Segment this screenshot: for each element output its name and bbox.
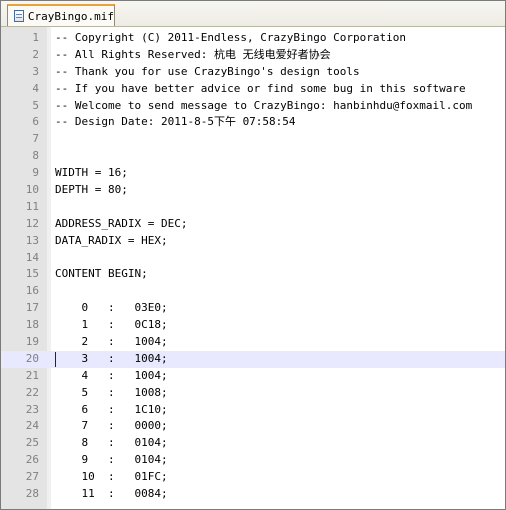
code-line[interactable]: 18 1 : 0C18; [1,317,505,334]
current-code-line[interactable]: 20 3 : 1004; [1,350,505,368]
line-text: -- Copyright (C) 2011-Endless, CrazyBing… [55,31,406,44]
code-line[interactable]: 14 [1,250,505,267]
code-line[interactable]: 4 -- If you have better advice or find so… [1,81,505,98]
line-number: 22 [25,385,39,399]
line-number: 4 [32,81,39,95]
line-number: 13 [25,233,39,247]
line-number: 3 [32,64,39,78]
code-line[interactable]: 23 6 : 1C10; [1,402,505,419]
line-number: 16 [25,284,39,298]
line-number: 25 [25,436,39,450]
line-text: 11 : 0084; [55,487,168,501]
line-number: 26 [25,453,39,467]
code-line[interactable]: 3 -- Thank you for use CrazyBingo's desig… [1,64,505,81]
line-text: DATA_RADIX = HEX; [55,233,168,247]
tab-label: CrayBingo.mif [27,9,114,23]
line-text: -- If you have better advice or find som… [55,81,466,95]
code-line[interactable]: 25 8 : 0104; [1,435,505,452]
line-number: 14 [25,250,39,264]
code-line[interactable]: 24 7 : 0000; [1,418,505,435]
code-line[interactable]: 1 -- Copyright (C) 2011-Endless, CrazyBin… [1,30,505,47]
code-line[interactable]: 11 [1,199,505,216]
line-text: -- Design Date: 2011-8-5下午 07:58:54 [55,115,296,129]
line-text: 8 : 0104; [55,436,168,450]
line-number: 21 [25,368,39,382]
line-text: 1 : 0C18; [55,318,168,332]
text-caret [55,351,56,367]
line-text: -- Welcome to send message to CrazyBingo… [55,98,473,112]
code-line[interactable]: 19 2 : 1004; [1,334,505,351]
code-line[interactable]: 26 9 : 0104; [1,452,505,469]
line-number: 19 [25,335,39,349]
line-number: 20 [25,351,39,365]
line-number: 17 [25,301,39,315]
line-number: 12 [25,216,39,230]
line-text: DEPTH = 80; [55,183,128,197]
line-text: -- All Rights Reserved: 杭电 无线电爱好者协会 [55,47,331,61]
code-line[interactable]: 13 DATA_RADIX = HEX; [1,233,505,250]
line-text: 9 : 0104; [55,453,168,467]
line-number: 27 [25,470,39,484]
line-number: 18 [25,318,39,332]
line-text: 10 : 01FC; [55,470,168,484]
code-line[interactable]: 27 10 : 01FC; [1,469,505,486]
tab-craybingo-mif[interactable]: CrayBingo.mif [7,4,115,26]
code-line[interactable]: 28 11 : 0084; [1,486,505,503]
tab-bar: CrayBingo.mif [1,1,505,27]
line-text: ADDRESS_RADIX = DEC; [55,216,188,230]
line-text: -- Thank you for use CrazyBingo's design… [55,64,360,78]
line-number: 2 [32,47,39,61]
code-line[interactable]: 21 4 : 1004; [1,368,505,385]
line-text: 7 : 0000; [55,419,168,433]
editor-window: CrayBingo.mif 1 -- Copyright (C) 2011-End… [0,0,506,510]
line-number: 10 [25,183,39,197]
line-number: 1 [32,31,39,44]
line-text: 3 : 1004; [55,351,168,365]
code-line[interactable]: 12 ADDRESS_RADIX = DEC; [1,216,505,233]
code-line[interactable]: 7 [1,131,505,148]
line-number: 5 [32,98,39,112]
line-number: 7 [32,132,39,146]
line-number: 23 [25,402,39,416]
line-number: 15 [25,267,39,281]
line-number: 6 [32,115,39,129]
code-line[interactable]: 6 -- Design Date: 2011-8-5下午 07:58:54 [1,114,505,131]
code-line[interactable]: 10 DEPTH = 80; [1,182,505,199]
line-number: 28 [25,487,39,501]
document-icon [14,10,24,22]
line-text: 0 : 03E0; [55,301,168,315]
code-line[interactable]: 16 [1,283,505,300]
line-number: 24 [25,419,39,433]
line-text: 6 : 1C10; [55,402,168,416]
text-editor[interactable]: 1 -- Copyright (C) 2011-Endless, CrazyBin… [1,27,505,509]
code-line[interactable]: 2 -- All Rights Reserved: 杭电 无线电爱好者协会 [1,47,505,64]
line-text: 5 : 1008; [55,385,168,399]
code-line[interactable]: 15 CONTENT BEGIN; [1,266,505,283]
line-number: 9 [32,166,39,180]
line-text: WIDTH = 16; [55,166,128,180]
code-line[interactable]: 17 0 : 03E0; [1,300,505,317]
line-text: 4 : 1004; [55,368,168,382]
code-line[interactable]: 22 5 : 1008; [1,385,505,402]
code-line[interactable]: 8 [1,148,505,165]
code-line[interactable]: 9 WIDTH = 16; [1,165,505,182]
line-text: CONTENT BEGIN; [55,267,148,281]
code-lines[interactable]: 1 -- Copyright (C) 2011-Endless, CrazyBin… [1,30,505,503]
code-line[interactable]: 5 -- Welcome to send message to CrazyBing… [1,98,505,115]
line-text: 2 : 1004; [55,335,168,349]
line-number: 8 [32,149,39,163]
line-number: 11 [25,199,39,213]
